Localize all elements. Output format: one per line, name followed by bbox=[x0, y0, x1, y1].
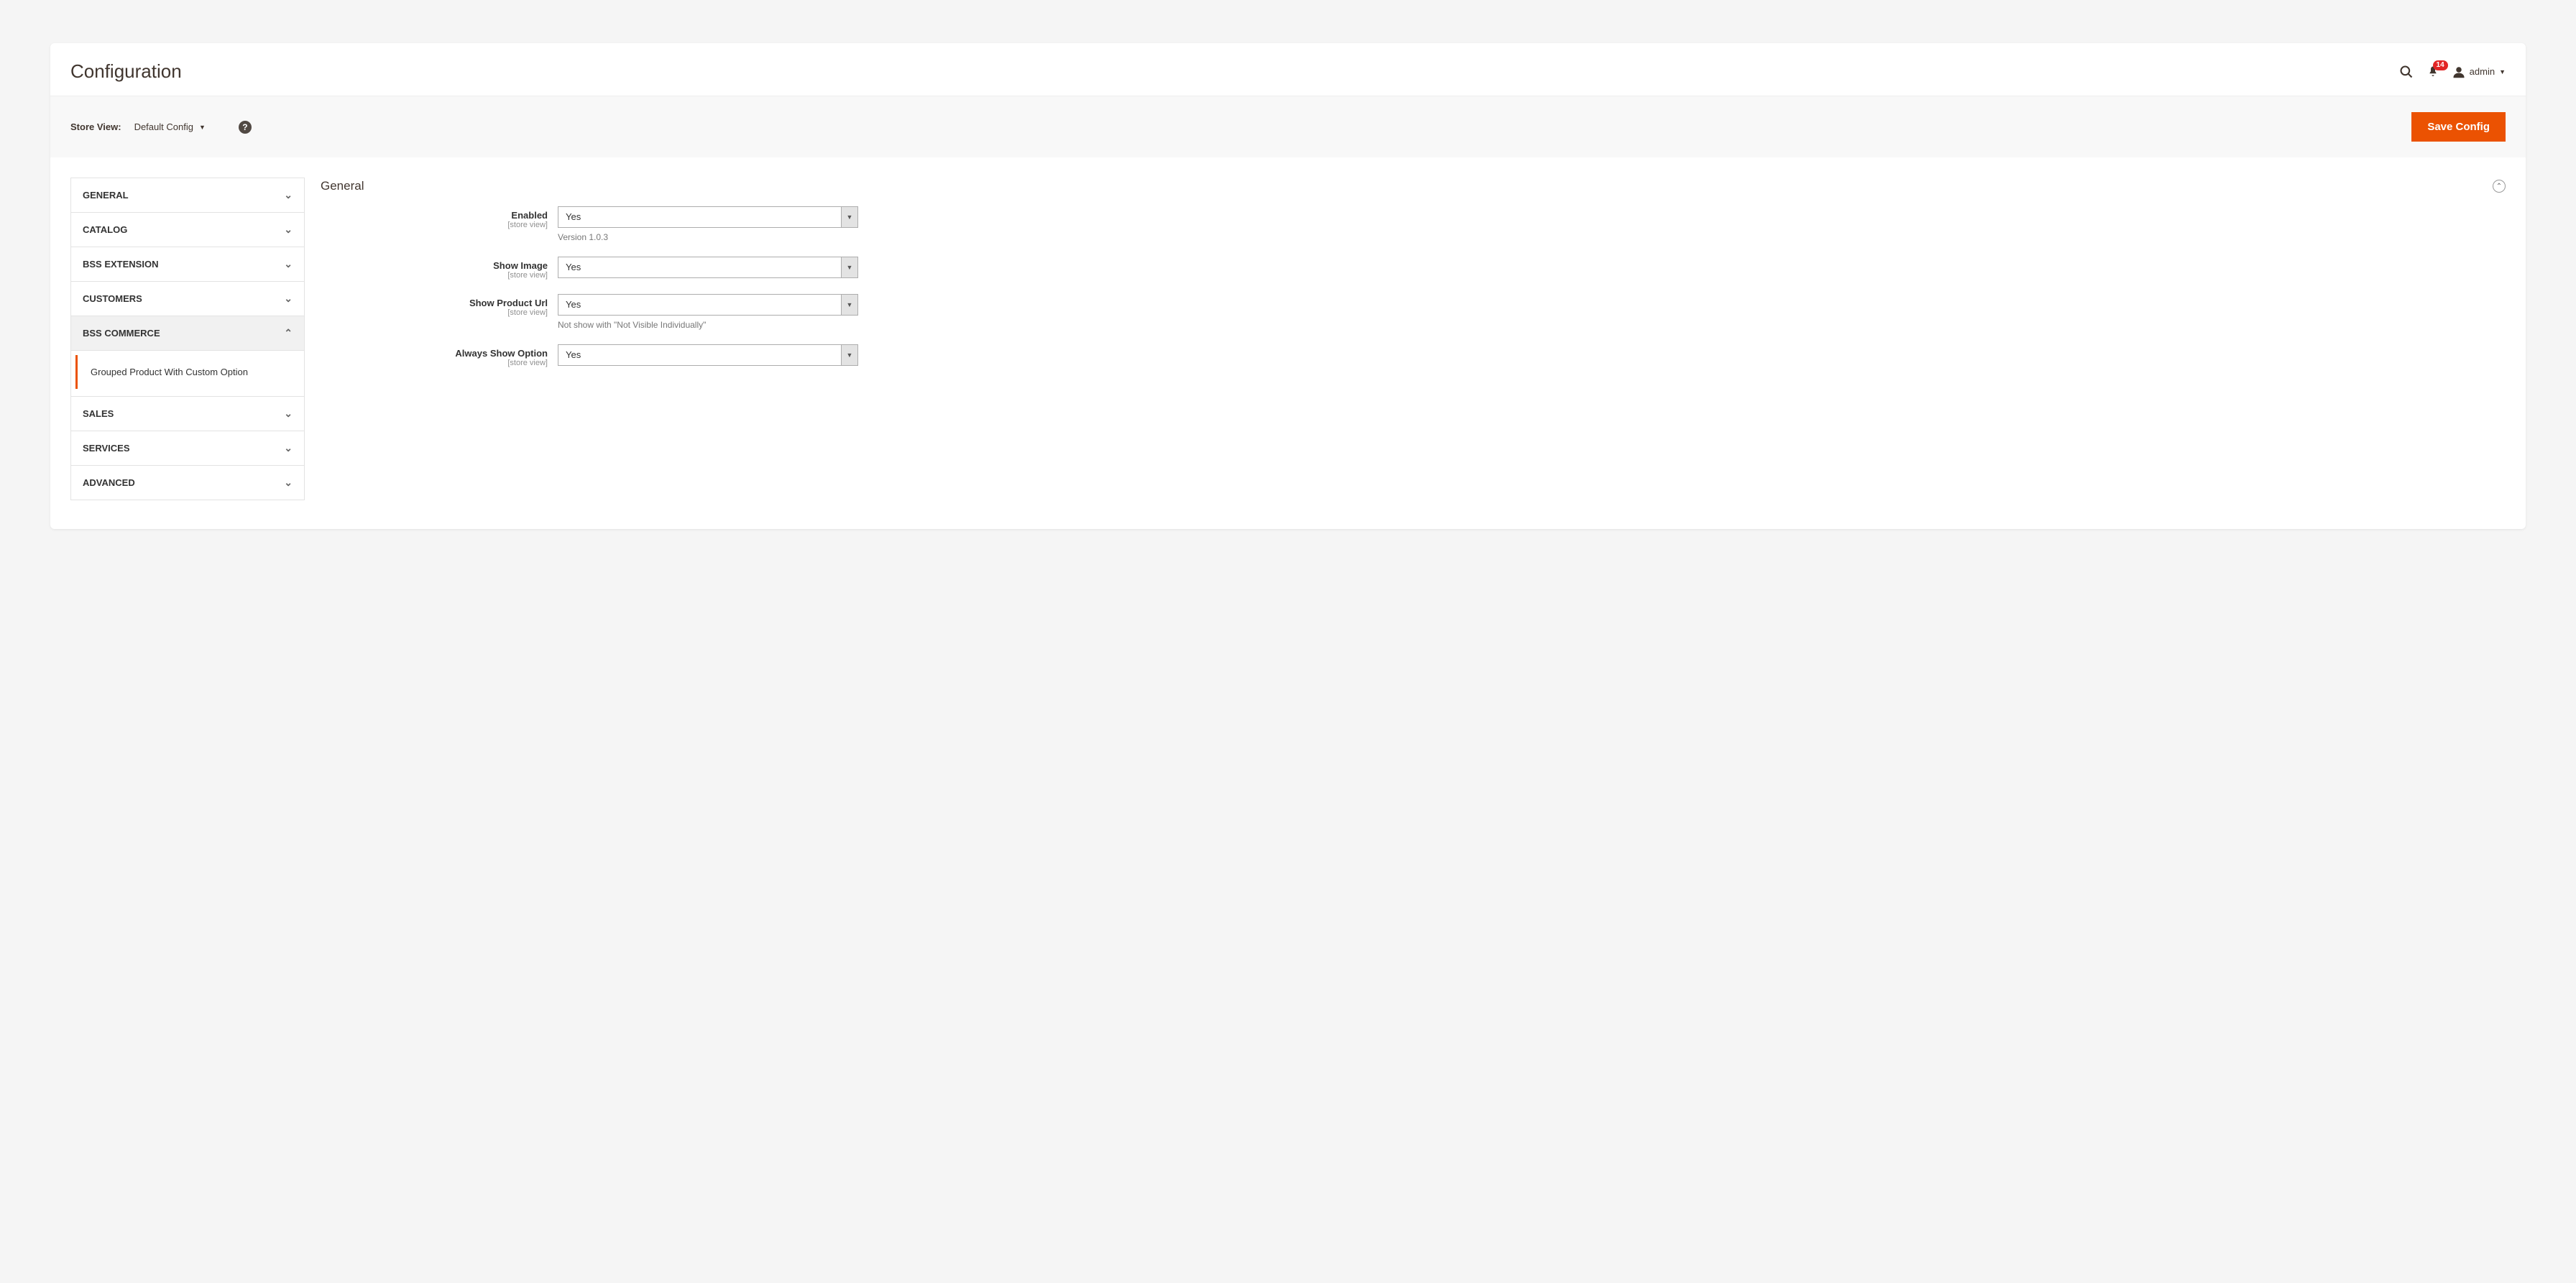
sidebar-item-grouped-product[interactable]: Grouped Product With Custom Option bbox=[75, 355, 300, 389]
sidebar-section-catalog[interactable]: CATALOG ⌄ bbox=[71, 213, 304, 247]
page-title: Configuration bbox=[70, 60, 182, 83]
notification-badge: 14 bbox=[2433, 60, 2448, 70]
field-scope: [store view] bbox=[321, 221, 548, 229]
field-label-col: Enabled [store view] bbox=[321, 206, 558, 229]
select-show-product-url[interactable]: Yes ▼ bbox=[558, 294, 858, 316]
field-label: Show Product Url bbox=[469, 298, 548, 308]
field-label: Always Show Option bbox=[455, 348, 548, 359]
select-always-show-option[interactable]: Yes ▼ bbox=[558, 344, 858, 366]
select-show-image[interactable]: Yes ▼ bbox=[558, 257, 858, 278]
field-row-always-show-option: Always Show Option [store view] Yes ▼ bbox=[321, 344, 2506, 367]
field-input-col: Yes ▼ Version 1.0.3 bbox=[558, 206, 860, 242]
chevron-down-icon: ⌄ bbox=[284, 189, 293, 201]
chevron-down-icon: ⌄ bbox=[284, 408, 293, 420]
sidebar-label: SERVICES bbox=[83, 443, 130, 454]
sidebar-section-services[interactable]: SERVICES ⌄ bbox=[71, 431, 304, 466]
field-label: Enabled bbox=[511, 210, 548, 221]
sidebar-label: GENERAL bbox=[83, 190, 129, 201]
store-view-switcher: Store View: Default Config ▼ ? bbox=[70, 121, 252, 134]
config-form: General ⌃ Enabled [store view] Yes ▼ Ver… bbox=[321, 178, 2506, 382]
sidebar-label: ADVANCED bbox=[83, 477, 135, 488]
user-icon bbox=[2452, 65, 2465, 78]
select-value: Yes bbox=[558, 294, 858, 316]
page-header: Configuration 14 bbox=[50, 43, 2526, 96]
chevron-down-icon: ⌄ bbox=[284, 293, 293, 305]
config-sidebar: GENERAL ⌄ CATALOG ⌄ BSS EXTENSION ⌄ CUST… bbox=[70, 178, 305, 500]
store-view-dropdown[interactable]: Default Config ▼ bbox=[134, 121, 206, 132]
sidebar-label: CATALOG bbox=[83, 224, 127, 235]
field-note: Not show with "Not Visible Individually" bbox=[558, 320, 860, 330]
toolbar: Store View: Default Config ▼ ? Save Conf… bbox=[50, 96, 2526, 157]
save-config-button[interactable]: Save Config bbox=[2411, 112, 2506, 142]
field-row-show-product-url: Show Product Url [store view] Yes ▼ Not … bbox=[321, 294, 2506, 330]
field-label-col: Show Image [store view] bbox=[321, 257, 558, 280]
field-row-enabled: Enabled [store view] Yes ▼ Version 1.0.3 bbox=[321, 206, 2506, 242]
user-menu[interactable]: admin ▼ bbox=[2452, 65, 2506, 78]
field-label-col: Always Show Option [store view] bbox=[321, 344, 558, 367]
select-value: Yes bbox=[558, 206, 858, 228]
field-scope: [store view] bbox=[321, 308, 548, 317]
store-view-value-text: Default Config bbox=[134, 121, 193, 132]
chevron-up-icon: ⌃ bbox=[284, 327, 293, 339]
chevron-down-icon: ⌄ bbox=[284, 442, 293, 454]
sidebar-section-general[interactable]: GENERAL ⌄ bbox=[71, 178, 304, 213]
sidebar-section-bss-commerce[interactable]: BSS COMMERCE ⌃ bbox=[71, 316, 304, 351]
caret-down-icon: ▼ bbox=[2499, 68, 2506, 75]
chevron-down-icon: ⌄ bbox=[284, 477, 293, 489]
store-view-label: Store View: bbox=[70, 121, 121, 132]
field-scope: [store view] bbox=[321, 359, 548, 367]
chevron-down-icon: ⌄ bbox=[284, 224, 293, 236]
field-note: Version 1.0.3 bbox=[558, 232, 860, 242]
sidebar-section-advanced[interactable]: ADVANCED ⌄ bbox=[71, 466, 304, 500]
page-card: Configuration 14 bbox=[50, 43, 2526, 529]
help-icon[interactable]: ? bbox=[239, 121, 252, 134]
field-input-col: Yes ▼ bbox=[558, 344, 860, 366]
username: admin bbox=[2470, 66, 2495, 77]
field-scope: [store view] bbox=[321, 271, 548, 280]
search-icon[interactable] bbox=[2399, 65, 2414, 79]
sidebar-label: CUSTOMERS bbox=[83, 293, 142, 304]
field-input-col: Yes ▼ bbox=[558, 257, 860, 278]
select-value: Yes bbox=[558, 344, 858, 366]
field-input-col: Yes ▼ Not show with "Not Visible Individ… bbox=[558, 294, 860, 330]
sidebar-section-sales[interactable]: SALES ⌄ bbox=[71, 397, 304, 431]
chevron-down-icon: ⌄ bbox=[284, 258, 293, 270]
sidebar-subsection: Grouped Product With Custom Option bbox=[71, 355, 304, 397]
header-actions: 14 admin ▼ bbox=[2399, 65, 2506, 79]
caret-down-icon: ▼ bbox=[199, 124, 206, 131]
sidebar-label: SALES bbox=[83, 408, 114, 419]
collapse-toggle[interactable]: ⌃ bbox=[2493, 180, 2506, 193]
field-row-show-image: Show Image [store view] Yes ▼ bbox=[321, 257, 2506, 280]
sidebar-label: BSS COMMERCE bbox=[83, 328, 160, 339]
content-area: GENERAL ⌄ CATALOG ⌄ BSS EXTENSION ⌄ CUST… bbox=[50, 157, 2526, 529]
notifications-button[interactable]: 14 bbox=[2426, 65, 2439, 78]
select-enabled[interactable]: Yes ▼ bbox=[558, 206, 858, 228]
field-label: Show Image bbox=[493, 260, 548, 271]
sidebar-label: BSS EXTENSION bbox=[83, 259, 158, 270]
select-value: Yes bbox=[558, 257, 858, 278]
section-title: General bbox=[321, 179, 364, 193]
field-label-col: Show Product Url [store view] bbox=[321, 294, 558, 317]
sidebar-section-customers[interactable]: CUSTOMERS ⌄ bbox=[71, 282, 304, 316]
sidebar-section-bss-extension[interactable]: BSS EXTENSION ⌄ bbox=[71, 247, 304, 282]
section-header: General ⌃ bbox=[321, 178, 2506, 206]
